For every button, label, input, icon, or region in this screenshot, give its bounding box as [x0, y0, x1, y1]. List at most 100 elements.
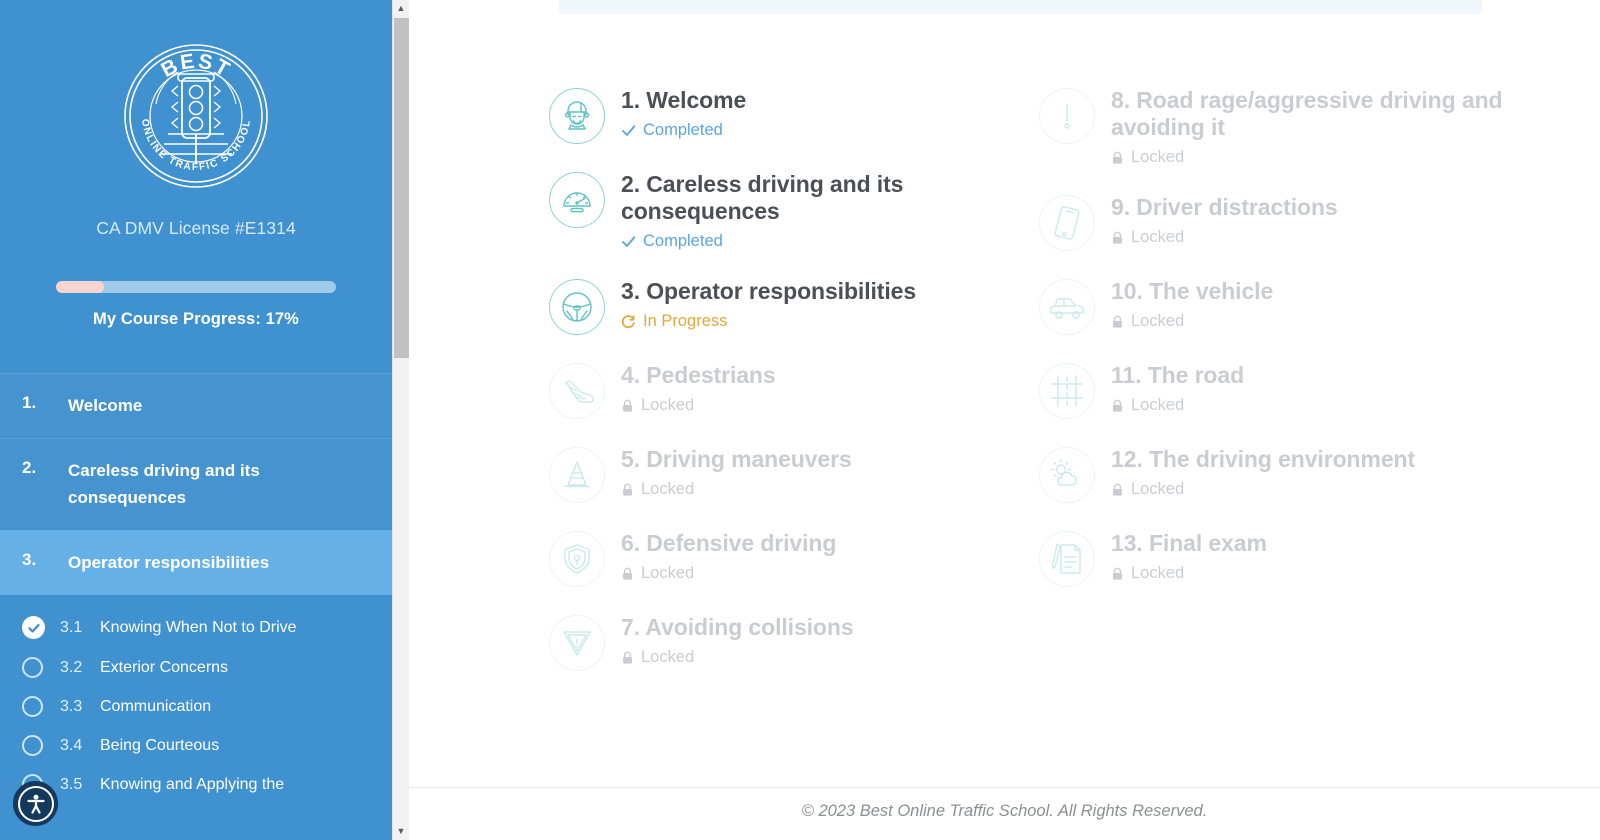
progress-label: My Course Progress: 17%	[56, 310, 336, 329]
module-status-label: Locked	[641, 648, 695, 667]
module-status-label: Locked	[641, 480, 695, 499]
module-title: 12. The driving environment	[1111, 446, 1416, 473]
sublesson-label: Knowing When Not to Drive	[100, 618, 297, 636]
sidebar-sublesson-3-3[interactable]: 3.3 Communication	[0, 687, 392, 726]
lesson-empty-circle-icon	[22, 657, 60, 679]
module-card-10: 10. The vehicle Locked	[1039, 277, 1540, 336]
student-face-icon	[549, 88, 605, 144]
sidebar-item-chapter-1[interactable]: 1. Welcome	[0, 373, 392, 439]
dmv-license-text: CA DMV License #E1314	[96, 218, 296, 238]
module-status-label: Locked	[641, 564, 695, 583]
module-card-7: 7. Avoiding collisions Locked	[549, 613, 1039, 672]
sublesson-number: 3.5	[60, 775, 83, 793]
module-status-label: Locked	[1131, 148, 1185, 167]
module-title: 8. Road rage/aggressive driving and avoi…	[1111, 87, 1503, 141]
module-status: Locked	[1111, 228, 1338, 247]
module-status: Locked	[1111, 148, 1540, 167]
traffic-cone-icon	[549, 447, 605, 504]
module-title: 11. The road	[1111, 362, 1245, 389]
sidebar-sublesson-3-5[interactable]: 3.5 Knowing and Applying the	[0, 765, 392, 804]
module-status-label: Completed	[643, 232, 723, 251]
shield-icon	[549, 531, 605, 588]
lock-icon	[621, 651, 634, 665]
module-status: Locked	[621, 564, 836, 583]
sidebar: BEST ONLINE TRAFFIC SCHOOL CA DMV Licens…	[0, 0, 392, 840]
module-status: Locked	[1111, 312, 1273, 331]
module-title: 5. Driving maneuvers	[621, 446, 852, 473]
scrollbar-down-arrow-icon[interactable]: ▼	[393, 823, 409, 840]
scroll-down-glyph: ▼	[396, 826, 406, 836]
sidebar-item-chapter-3[interactable]: 3. Operator responsibilities	[0, 530, 392, 596]
chapter-number: 1.	[22, 393, 37, 412]
smartphone-icon	[1039, 195, 1095, 252]
module-status: Locked	[1111, 564, 1267, 583]
yield-warning-icon	[549, 615, 605, 672]
module-status: In Progress	[621, 312, 916, 331]
speedometer-icon	[549, 172, 605, 228]
module-card-8: 8. Road rage/aggressive driving and avoi…	[1039, 86, 1540, 167]
accessibility-button[interactable]	[13, 781, 58, 826]
sidebar-item-chapter-2[interactable]: 2. Careless driving and its consequences	[0, 438, 392, 531]
accessibility-person-icon	[17, 785, 54, 822]
chapter-number: 2.	[22, 458, 37, 478]
scrollbar-up-arrow-icon[interactable]: ▲	[393, 0, 409, 17]
module-card-6: 6. Defensive driving Locked	[549, 529, 1039, 588]
chapter-title: Operator responsibilities	[68, 553, 270, 573]
module-status: Locked	[1111, 480, 1415, 499]
module-card-2[interactable]: 2. Careless driving and its consequences…	[549, 170, 1039, 251]
module-title: 10. The vehicle	[1111, 278, 1274, 305]
footer-copyright: © 2023 Best Online Traffic School. All R…	[801, 802, 1208, 820]
lesson-empty-circle-icon	[22, 735, 60, 757]
lock-icon	[1111, 231, 1124, 245]
module-card-1[interactable]: 1. Welcome Completed	[549, 86, 1039, 144]
module-status-label: Completed	[643, 121, 723, 140]
progress-percent: 17%	[265, 310, 299, 328]
course-modules-grid: 1. Welcome Completed 2. Careless driving…	[549, 86, 1540, 697]
module-title: 9. Driver distractions	[1111, 194, 1338, 221]
module-status-label: In Progress	[643, 312, 728, 331]
sidebar-chapter-nav: 1. Welcome 2. Careless driving and its c…	[0, 373, 392, 805]
exclamation-circle-icon	[1039, 88, 1095, 144]
logo-traffic-light-badge-icon: BEST ONLINE TRAFFIC SCHOOL	[122, 42, 270, 190]
progress-bar-fill	[56, 281, 104, 293]
module-title: 6. Defensive driving	[621, 530, 837, 557]
sublesson-number: 3.1	[60, 618, 83, 636]
module-title: 4. Pedestrians	[621, 362, 776, 389]
sublesson-number: 3.2	[60, 658, 83, 676]
lock-icon	[621, 399, 634, 413]
module-card-3[interactable]: 3. Operator responsibilities In Progress	[549, 277, 1039, 336]
brand-block: BEST ONLINE TRAFFIC SCHOOL CA DMV Licens…	[0, 0, 392, 239]
main-content: 1. Welcome Completed 2. Careless driving…	[409, 0, 1600, 840]
footer-divider	[409, 787, 1600, 788]
lock-icon	[1111, 483, 1124, 497]
module-card-5: 5. Driving maneuvers Locked	[549, 445, 1039, 504]
page-scrollbar[interactable]: ▲ ▼	[392, 0, 409, 840]
sidebar-sublesson-3-2[interactable]: 3.2 Exterior Concerns	[0, 648, 392, 687]
module-title: 1. Welcome	[621, 87, 747, 113]
lock-icon	[621, 567, 634, 581]
module-status-label: Locked	[1131, 228, 1185, 247]
sidebar-sublesson-3-4[interactable]: 3.4 Being Courteous	[0, 726, 392, 765]
lesson-empty-circle-icon	[22, 696, 60, 718]
scrollbar-thumb[interactable]	[394, 18, 409, 358]
progress-label-text: My Course Progress:	[93, 310, 261, 328]
module-title: 3. Operator responsibilities	[621, 278, 917, 305]
module-status-label: Locked	[1131, 396, 1185, 415]
check-icon	[621, 123, 636, 138]
module-card-4: 4. Pedestrians Locked	[549, 361, 1039, 420]
car-icon	[1039, 279, 1095, 336]
sidebar-sublesson-3-1[interactable]: 3.1 Knowing When Not to Drive	[0, 607, 392, 648]
sublesson-number: 3.4	[60, 736, 83, 754]
sublesson-label: Knowing and Applying the	[100, 775, 285, 793]
module-status-label: Locked	[1131, 312, 1185, 331]
top-notice-banner	[559, 0, 1482, 14]
module-status-label: Locked	[1131, 480, 1185, 499]
lock-icon	[1111, 151, 1124, 165]
module-card-11: 11. The road Locked	[1039, 361, 1540, 420]
module-status: Completed	[621, 232, 1039, 251]
app-root: BEST ONLINE TRAFFIC SCHOOL CA DMV Licens…	[0, 0, 1600, 840]
chapter-number: 3.	[22, 550, 37, 570]
lock-icon	[1111, 399, 1124, 413]
in-progress-spinner-icon	[621, 314, 636, 329]
lock-icon	[621, 483, 634, 497]
